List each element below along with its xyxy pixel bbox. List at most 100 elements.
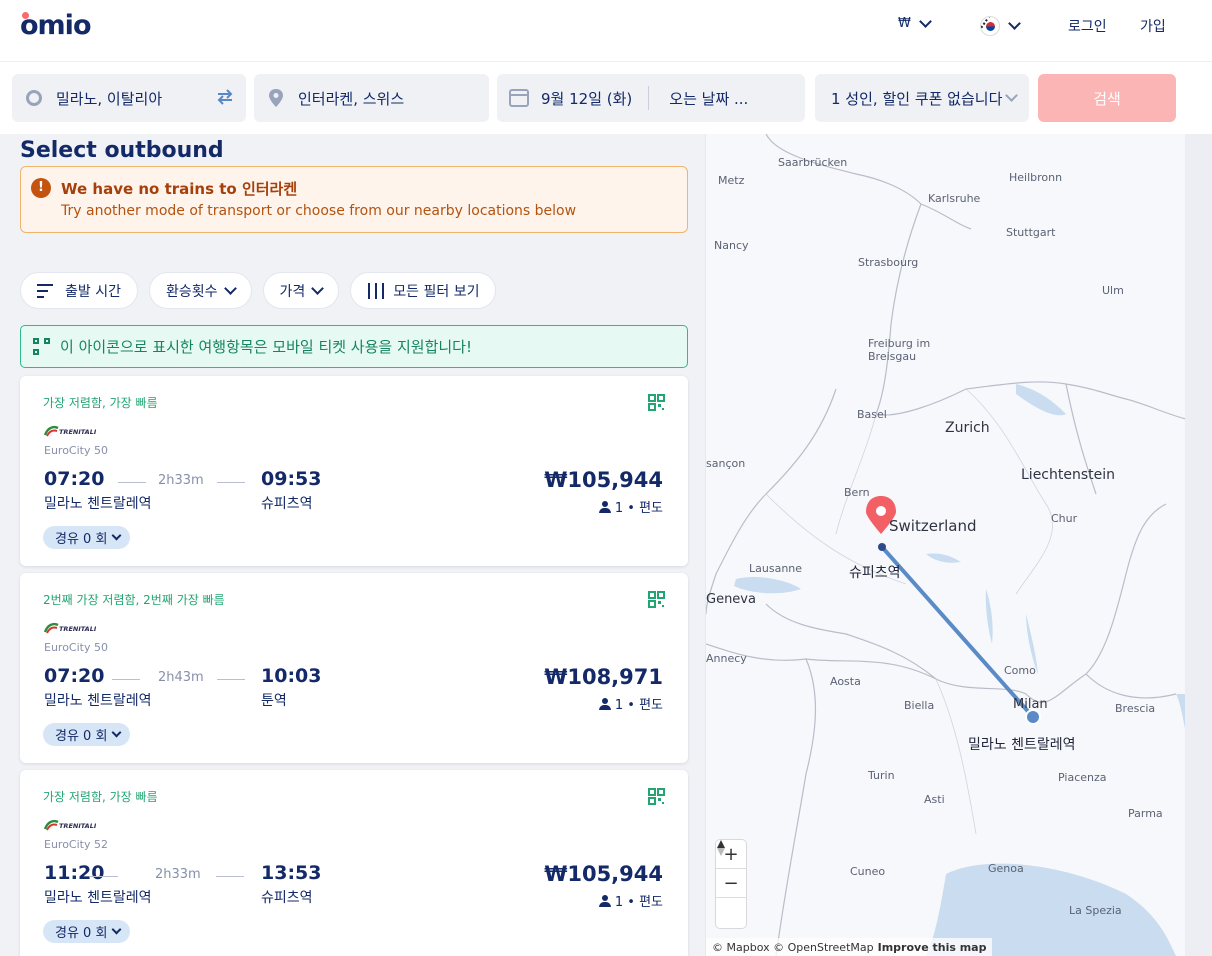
date-field[interactable]: 9월 12일 (화) 오는 날짜 ... — [497, 74, 805, 122]
sliders-icon — [367, 282, 385, 299]
login-link[interactable]: 로그인 — [1068, 16, 1107, 36]
calendar-icon — [509, 89, 529, 107]
train-name: EuroCity 52 — [44, 838, 108, 851]
arrival-station: 툰역 — [261, 693, 287, 709]
mobile-ticket-banner: 이 아이콘으로 표시한 여행항목은 모바일 티켓 사용을 지원합니다! — [20, 325, 688, 368]
route-map[interactable]: Saarbrücken Metz Karlsruhe Heilbronn Nan… — [705, 134, 1185, 956]
map-label-liechtenstein: Liechtenstein — [1021, 467, 1116, 483]
stops-label: 경유 0 회 — [55, 926, 108, 941]
trip-duration: 2h43m — [158, 670, 204, 685]
map-label-parma: Parma — [1128, 807, 1163, 820]
passenger-info: 1 • 편도 — [598, 497, 663, 516]
page-title: Select outbound — [20, 138, 224, 163]
map-attribution: © Mapbox © OpenStreetMap Improve this ma… — [706, 938, 993, 956]
origin-field[interactable]: 밀라노, 이탈리아 — [12, 74, 246, 122]
map-label-piacenza: Piacenza — [1058, 771, 1107, 784]
duration-line — [118, 482, 146, 483]
trenitalia-logo: TRENITALIA — [44, 425, 96, 437]
duration-line — [216, 876, 244, 877]
map-label-cuneo: Cuneo — [850, 865, 886, 878]
map-label-besancon: sançon — [706, 457, 746, 470]
price-filter-button[interactable]: 가격 — [262, 272, 340, 309]
korea-flag-icon — [980, 16, 1000, 36]
departure-time: 07:20 — [44, 468, 105, 490]
result-card[interactable]: 가장 저렴함, 가장 빠름 TRENITALIA EuroCity 52 11:… — [20, 770, 688, 956]
mobile-banner-text: 이 아이콘으로 표시한 여행항목은 모바일 티켓 사용을 지원합니다! — [60, 338, 472, 356]
ticket-price: ₩105,944 — [544, 468, 663, 492]
transfers-filter-button[interactable]: 환승횟수 — [148, 272, 252, 309]
swap-icon[interactable] — [216, 88, 234, 106]
operator-name: TRENITALIA — [59, 625, 96, 633]
map-label-heilbronn: Heilbronn — [1009, 171, 1063, 184]
zoom-out-button[interactable]: − — [716, 869, 746, 898]
chevron-down-icon — [1008, 17, 1021, 30]
stops-toggle[interactable]: 경유 0 회 — [43, 920, 131, 943]
map-label-karlsruhe: Karlsruhe — [928, 192, 981, 205]
map-label-bern: Bern — [844, 486, 870, 499]
map-label-metz: Metz — [718, 174, 745, 187]
map-label-stuttgart: Stuttgart — [1006, 226, 1056, 239]
qr-code-icon — [33, 338, 50, 355]
train-name: EuroCity 50 — [44, 641, 108, 654]
operator-name: TRENITALIA — [59, 428, 96, 436]
search-button[interactable]: 검색 — [1038, 74, 1176, 122]
attribution-text[interactable]: © Mapbox © OpenStreetMap — [712, 941, 874, 954]
alert-subtitle: Try another mode of transport or choose … — [61, 203, 577, 219]
destination-value: 인터라켄, 스위스 — [298, 89, 405, 108]
chevron-down-icon — [311, 281, 325, 295]
trip-duration: 2h33m — [155, 867, 201, 882]
passenger-info: 1 • 편도 — [598, 694, 663, 713]
ticket-price: ₩105,944 — [544, 862, 663, 886]
map-canvas — [706, 134, 1185, 956]
chevron-down-icon — [223, 281, 237, 295]
map-label-turin: Turin — [868, 769, 895, 782]
result-card[interactable]: 가장 저렴함, 가장 빠름 TRENITALIA EuroCity 50 07:… — [20, 376, 688, 566]
card-tag: 가장 저렴함, 가장 빠름 — [43, 790, 158, 804]
arrival-station: 슈피츠역 — [261, 496, 313, 512]
map-label-lausanne: Lausanne — [749, 562, 803, 575]
location-pin-icon — [269, 89, 283, 107]
all-filters-button[interactable]: 모든 필터 보기 — [350, 272, 497, 309]
map-label-como: Como — [1004, 664, 1036, 677]
omio-logo[interactable]: omio — [20, 10, 91, 41]
duration-line — [90, 876, 118, 877]
filter-label: 출발 시간 — [65, 283, 121, 300]
stops-toggle[interactable]: 경유 0 회 — [43, 723, 131, 746]
map-edge — [1185, 134, 1212, 956]
map-label-milan: Milan — [1013, 697, 1048, 712]
map-label-la-spezia: La Spezia — [1069, 904, 1122, 917]
departure-station: 밀라노 첸트랄레역 — [44, 693, 152, 709]
depart-date[interactable]: 9월 12일 (화) — [541, 88, 632, 109]
ticket-price: ₩108,971 — [544, 665, 663, 689]
card-tag: 가장 저렴함, 가장 빠름 — [43, 396, 158, 410]
stops-label: 경유 0 회 — [55, 532, 108, 547]
stops-label: 경유 0 회 — [55, 729, 108, 744]
signup-link[interactable]: 가입 — [1140, 16, 1166, 36]
currency-selector[interactable]: ₩ — [898, 14, 932, 31]
map-label-annecy: Annecy — [706, 652, 747, 665]
person-icon — [598, 697, 611, 710]
sort-departure-button[interactable]: 출발 시간 — [20, 272, 138, 309]
alert-title: We have no trains to 인터라켄 — [61, 180, 298, 198]
map-label-basel: Basel — [857, 408, 887, 421]
map-label-freiburg: Freiburg im Breisgau — [868, 337, 931, 363]
top-header: omio ₩ 로그인 가입 — [0, 0, 1212, 62]
passengers-value: 1 성인, 할인 쿠폰 없습니다 — [831, 89, 1003, 108]
arrival-time: 13:53 — [261, 862, 322, 884]
sort-icon — [37, 283, 57, 299]
compass-button[interactable] — [716, 840, 746, 927]
destination-field[interactable]: 인터라켄, 스위스 — [254, 74, 489, 122]
map-label-asti: Asti — [924, 793, 945, 806]
stops-toggle[interactable]: 경유 0 회 — [43, 526, 131, 549]
passenger-text: 1 • 편도 — [614, 895, 663, 910]
return-date[interactable]: 오는 날짜 ... — [669, 88, 748, 109]
warning-icon: ! — [31, 178, 51, 198]
train-name: EuroCity 50 — [44, 444, 108, 457]
map-label-geneva: Geneva — [706, 592, 756, 607]
language-selector[interactable] — [980, 16, 1021, 36]
passengers-field[interactable]: 1 성인, 할인 쿠폰 없습니다 — [815, 74, 1029, 122]
chevron-down-icon — [918, 14, 932, 28]
result-card[interactable]: 2번째 가장 저렴함, 2번째 가장 빠름 TRENITALIA EuroCit… — [20, 573, 688, 763]
map-label-biella: Biella — [904, 699, 935, 712]
improve-map-link[interactable]: Improve this map — [878, 941, 987, 954]
